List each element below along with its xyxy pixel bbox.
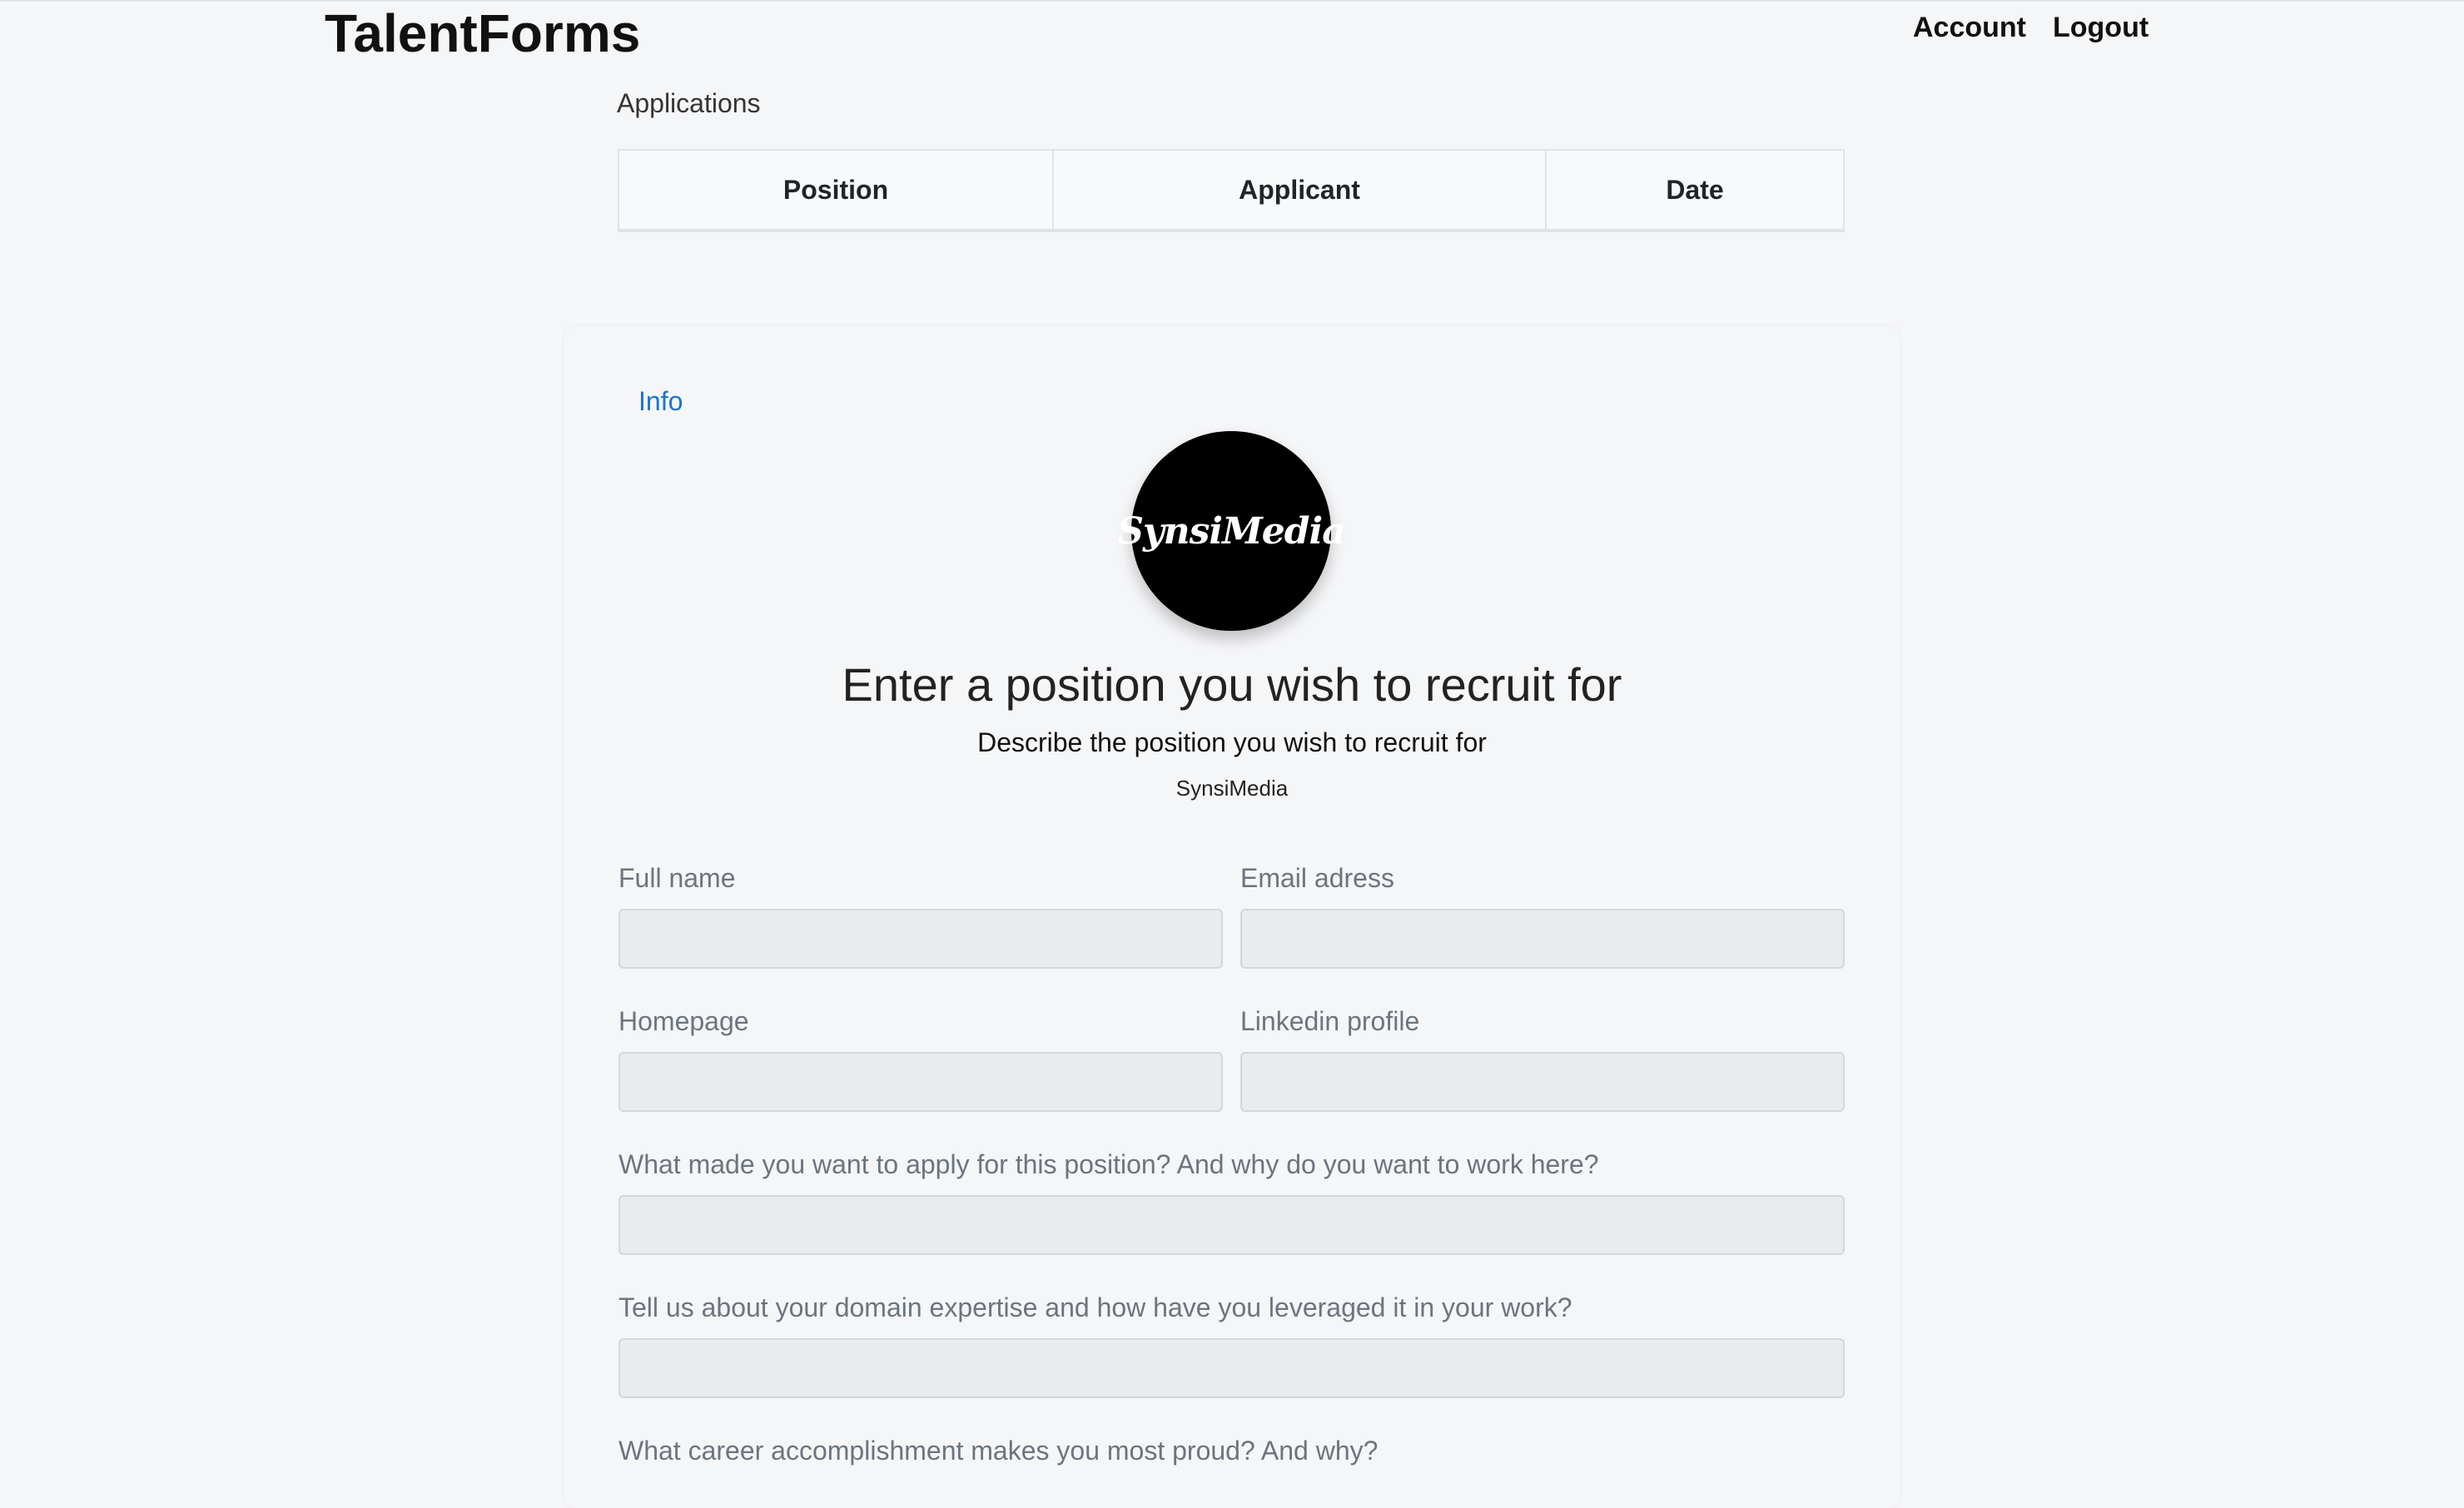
- table-header-row: Position Applicant Date: [618, 149, 1845, 232]
- email-input[interactable]: [1240, 909, 1845, 969]
- logout-link[interactable]: Logout: [2053, 8, 2149, 47]
- expertise-answer-input[interactable]: [618, 1338, 1845, 1398]
- accomplishment-question-label: What career accomplishment makes you mos…: [618, 1436, 1379, 1466]
- email-label: Email adress: [1240, 863, 1394, 893]
- applications-table: Position Applicant Date: [618, 149, 1845, 232]
- column-header-position[interactable]: Position: [618, 149, 1054, 232]
- expertise-question-label: Tell us about your domain expertise and …: [618, 1292, 1572, 1322]
- company-logo: SynsiMedia: [1117, 431, 1346, 631]
- form-description: Describe the position you wish to recrui…: [977, 727, 1487, 757]
- full-name-input[interactable]: [618, 909, 1223, 969]
- brand-logo-text[interactable]: TalentForms: [325, 2, 640, 65]
- motivation-answer-input[interactable]: [618, 1195, 1845, 1255]
- form-title: Enter a position you wish to recruit for: [842, 658, 1622, 711]
- linkedin-input[interactable]: [1240, 1052, 1845, 1112]
- applications-heading: Applications: [617, 88, 761, 118]
- homepage-input[interactable]: [618, 1052, 1223, 1112]
- full-name-label: Full name: [618, 863, 736, 893]
- motivation-question-label: What made you want to apply for this pos…: [618, 1149, 1599, 1179]
- column-header-date[interactable]: Date: [1545, 149, 1845, 232]
- top-nav: Account Logout: [1913, 8, 2149, 47]
- company-name: SynsiMedia: [1175, 776, 1289, 801]
- account-link[interactable]: Account: [1913, 8, 2026, 47]
- info-link[interactable]: Info: [638, 383, 683, 419]
- column-header-applicant[interactable]: Applicant: [1052, 149, 1547, 232]
- homepage-label: Homepage: [618, 1006, 749, 1036]
- linkedin-label: Linkedin profile: [1240, 1006, 1420, 1036]
- company-logo-text: SynsiMedia: [1117, 509, 1346, 553]
